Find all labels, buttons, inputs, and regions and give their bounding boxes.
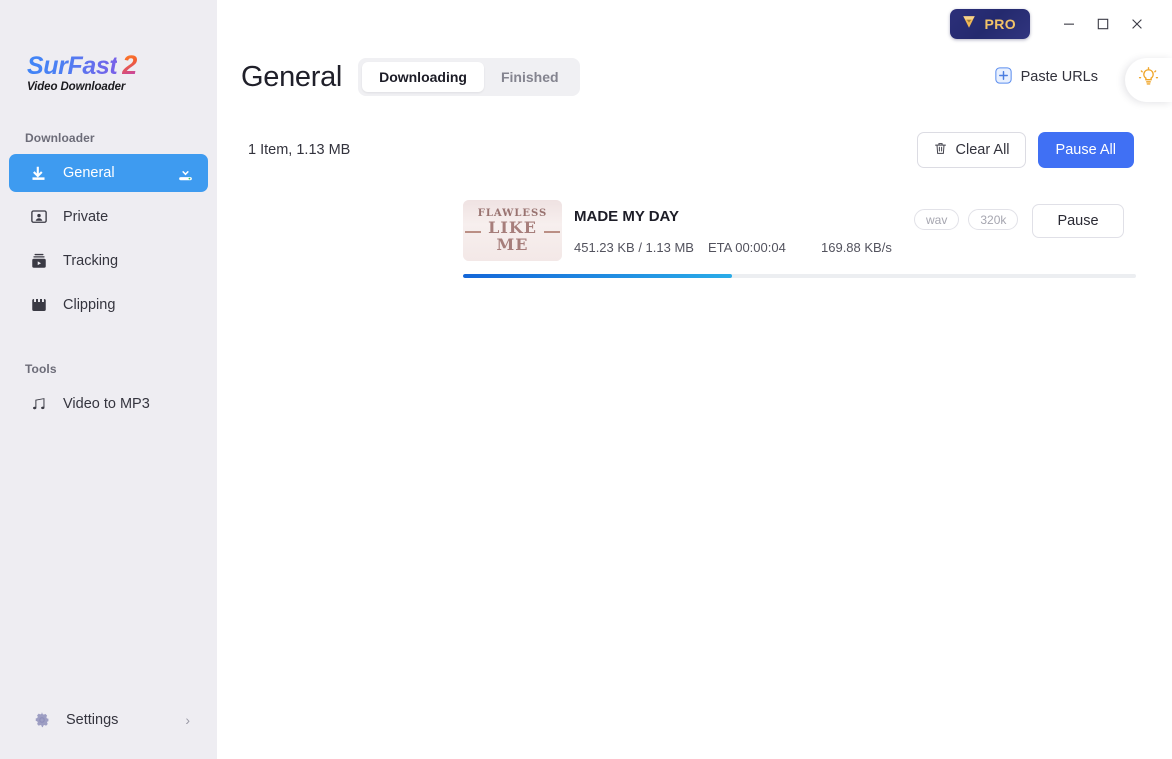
- badge-bitrate: 320k: [968, 209, 1019, 230]
- sidebar-item-private[interactable]: Private: [9, 198, 208, 236]
- trash-icon: [933, 141, 948, 160]
- downloads-tray-icon[interactable]: [174, 162, 196, 184]
- logo-subtitle: Video Downloader: [27, 81, 126, 93]
- thumb-decoration-arrow-left: [465, 230, 481, 233]
- sidebar-section-tools: Tools: [25, 362, 57, 376]
- sidebar-item-label: Clipping: [63, 297, 116, 313]
- app-logo: SurFast 2 Video Downloader: [0, 0, 217, 94]
- lightbulb-icon: [1138, 67, 1159, 93]
- chevron-right-icon: ›: [185, 712, 190, 728]
- clear-all-label: Clear All: [955, 142, 1010, 158]
- pro-upgrade-button[interactable]: PRO: [950, 9, 1030, 39]
- close-icon[interactable]: [1120, 7, 1154, 41]
- tracking-play-icon: [29, 252, 48, 271]
- thumb-decoration-arrow-right: [544, 230, 560, 233]
- pause-all-button[interactable]: Pause All: [1037, 132, 1134, 168]
- page-title: General: [241, 60, 343, 93]
- thumbnail-text-line-3: ME: [496, 234, 529, 254]
- sidebar-item-label: Private: [63, 209, 109, 225]
- app-window: SurFast 2 Video Downloader Downloader Ge…: [0, 0, 1172, 759]
- thumbnail-text-line-2: LIKE: [488, 217, 537, 237]
- download-size: 451.23 KB / 1.13 MB: [574, 240, 694, 255]
- sidebar-item-video-to-mp3[interactable]: Video to MP3: [9, 385, 208, 423]
- paste-urls-button[interactable]: Paste URLs: [994, 66, 1098, 88]
- sidebar-item-general[interactable]: General: [9, 154, 208, 192]
- download-list-item: FLAWLESS LIKE ME MADE MY DAY 451.23 KB /…: [241, 198, 1150, 284]
- plus-square-icon: [994, 66, 1012, 88]
- download-title: MADE MY DAY: [574, 208, 680, 225]
- sidebar-item-settings[interactable]: Settings ›: [9, 701, 208, 739]
- sidebar-item-label: General: [63, 165, 115, 181]
- window-titlebar: PRO: [217, 0, 1172, 48]
- private-person-icon: [29, 208, 48, 227]
- sidebar: SurFast 2 Video Downloader Downloader Ge…: [0, 0, 217, 759]
- tab-group: Downloading Finished: [358, 58, 580, 96]
- download-eta: ETA 00:00:04: [708, 240, 786, 255]
- item-count-label: 1 Item, 1.13 MB: [248, 142, 351, 158]
- settings-label: Settings: [66, 712, 119, 728]
- minimize-icon[interactable]: [1052, 7, 1086, 41]
- tab-finished[interactable]: Finished: [484, 62, 576, 92]
- progress-bar-fill: [463, 274, 733, 278]
- logo-text-surfast: SurFast: [27, 52, 118, 80]
- list-toolbar: 1 Item, 1.13 MB Clear All Pause All: [248, 132, 1134, 168]
- clipping-film-icon: [29, 296, 48, 315]
- lightbulb-tip-button[interactable]: [1125, 58, 1172, 102]
- sidebar-section-downloader: Downloader: [25, 131, 95, 145]
- tab-downloading[interactable]: Downloading: [362, 62, 484, 92]
- clear-all-button[interactable]: Clear All: [916, 132, 1026, 168]
- download-speed: 169.88 KB/s: [821, 240, 892, 255]
- paste-urls-label: Paste URLs: [1020, 69, 1098, 85]
- thumbnail-text-line-1: FLAWLESS: [477, 207, 548, 219]
- download-meta: 451.23 KB / 1.13 MB ETA 00:00:04 169.88 …: [574, 240, 892, 255]
- logo-text-version: 2: [122, 50, 137, 80]
- format-badges: wav 320k: [914, 209, 1019, 230]
- gear-icon: [32, 711, 51, 730]
- music-note-icon: [29, 395, 48, 414]
- sidebar-item-clipping[interactable]: Clipping: [9, 286, 208, 324]
- sidebar-item-label: Video to MP3: [63, 396, 150, 412]
- sidebar-item-label: Tracking: [63, 253, 119, 269]
- video-thumbnail: FLAWLESS LIKE ME: [463, 200, 562, 261]
- pause-item-button[interactable]: Pause: [1032, 204, 1124, 238]
- main-content: PRO General Downloading Finished Paste U…: [217, 0, 1172, 759]
- download-arrow-icon: [29, 164, 48, 183]
- maximize-icon[interactable]: [1086, 7, 1120, 41]
- page-header: General Downloading Finished Paste URLs: [241, 56, 1154, 98]
- sidebar-item-tracking[interactable]: Tracking: [9, 242, 208, 280]
- pro-label: PRO: [984, 16, 1016, 32]
- gem-diamond-icon: [961, 15, 977, 34]
- badge-format: wav: [914, 209, 960, 230]
- progress-bar: [463, 274, 1136, 278]
